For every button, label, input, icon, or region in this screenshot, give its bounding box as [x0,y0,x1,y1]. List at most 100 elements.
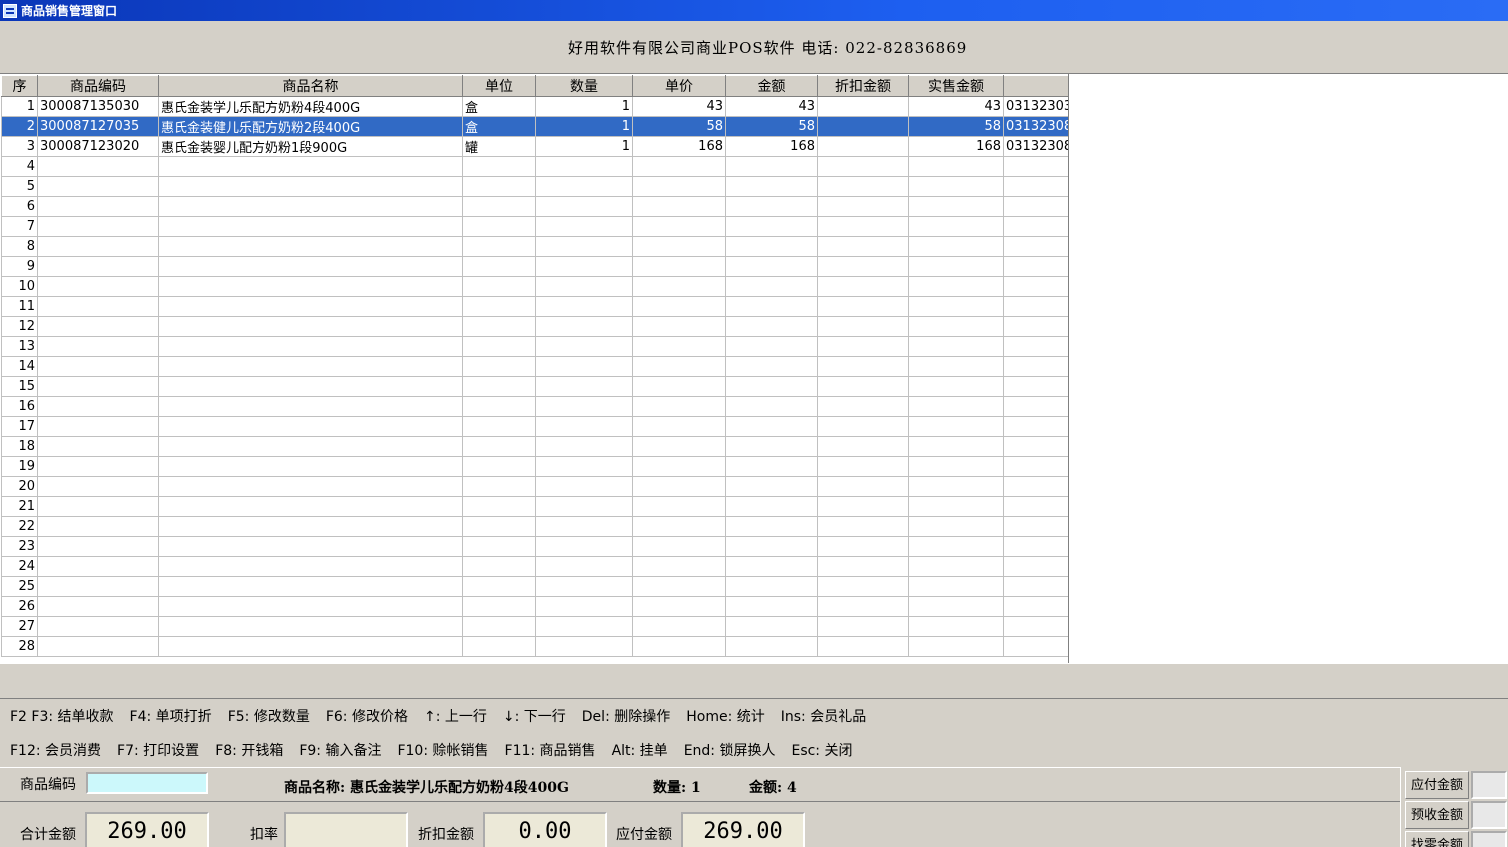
grid-cell[interactable] [1003,196,1069,217]
grid-cell[interactable] [462,636,536,657]
side-received-value[interactable] [1471,801,1507,829]
grid-cell[interactable] [1003,536,1069,557]
grid-cell[interactable] [632,396,726,417]
grid-cell[interactable] [817,316,909,337]
table-row[interactable]: 26 [1,596,1069,617]
grid-cell[interactable] [535,576,633,597]
row-seq[interactable]: 14 [1,356,38,377]
table-row[interactable]: 8 [1,236,1069,257]
grid-cell[interactable] [158,176,463,197]
grid-cell[interactable] [535,376,633,397]
product-code-input[interactable] [86,772,208,794]
table-row[interactable]: 17 [1,416,1069,437]
grid-cell[interactable] [817,156,909,177]
grid-cell[interactable] [632,236,726,257]
row-seq[interactable]: 2 [1,116,38,137]
grid-cell[interactable] [908,276,1004,297]
grid-cell[interactable] [725,636,818,657]
sales-table[interactable]: 序 商品编码 商品名称 单位 数量 单价 金额 折扣金额 实售金额 1 30008… [1,75,1069,657]
row-seq[interactable]: 3 [1,136,38,157]
table-row[interactable]: 11 [1,296,1069,317]
grid-cell[interactable] [158,236,463,257]
grid-cell[interactable] [632,376,726,397]
actual-amount[interactable]: 58 [908,116,1004,137]
row-seq[interactable]: 10 [1,276,38,297]
table-row[interactable]: 18 [1,436,1069,457]
grid-cell[interactable] [632,476,726,497]
grid-cell[interactable] [158,376,463,397]
grid-cell[interactable] [632,316,726,337]
actual-amount[interactable]: 43 [908,96,1004,117]
grid-cell[interactable] [462,276,536,297]
grid-cell[interactable] [462,176,536,197]
grid-cell[interactable] [158,356,463,377]
grid-cell[interactable] [1003,416,1069,437]
row-seq[interactable]: 12 [1,316,38,337]
grid-cell[interactable] [817,556,909,577]
grid-cell[interactable] [535,336,633,357]
grid-cell[interactable] [37,156,159,177]
grid-cell[interactable] [632,276,726,297]
table-row[interactable]: 7 [1,216,1069,237]
extra-code[interactable]: 03132308 [1003,116,1069,137]
grid-cell[interactable] [725,356,818,377]
grid-cell[interactable] [725,396,818,417]
grid-cell[interactable] [908,196,1004,217]
grid-cell[interactable] [1003,276,1069,297]
grid-cell[interactable] [158,396,463,417]
grid-cell[interactable] [37,616,159,637]
row-seq[interactable]: 21 [1,496,38,517]
grid-cell[interactable] [817,376,909,397]
grid-cell[interactable] [725,236,818,257]
grid-cell[interactable] [158,576,463,597]
grid-cell[interactable] [1003,376,1069,397]
grid-cell[interactable] [37,516,159,537]
grid-cell[interactable] [817,396,909,417]
col-header-name[interactable]: 商品名称 [158,75,463,97]
unit[interactable]: 盒 [462,96,536,117]
grid-cell[interactable] [535,616,633,637]
grid-cell[interactable] [817,176,909,197]
grid-cell[interactable] [462,156,536,177]
col-header-price[interactable]: 单价 [632,75,726,97]
grid-cell[interactable] [37,336,159,357]
grid-cell[interactable] [462,616,536,637]
grid-cell[interactable] [462,216,536,237]
grid-cell[interactable] [462,516,536,537]
grid-cell[interactable] [908,376,1004,397]
grid-cell[interactable] [817,636,909,657]
grid-cell[interactable] [37,196,159,217]
grid-cell[interactable] [1003,636,1069,657]
grid-cell[interactable] [158,196,463,217]
table-row[interactable]: 19 [1,456,1069,477]
grid-cell[interactable] [37,256,159,277]
grid-cell[interactable] [908,636,1004,657]
grid-cell[interactable] [908,476,1004,497]
grid-cell[interactable] [908,576,1004,597]
grid-cell[interactable] [908,556,1004,577]
table-row[interactable]: 13 [1,336,1069,357]
grid-cell[interactable] [632,436,726,457]
grid-cell[interactable] [632,416,726,437]
row-seq[interactable]: 16 [1,396,38,417]
col-header-qty[interactable]: 数量 [535,75,633,97]
table-row[interactable]: 3 300087123020 惠氏金装婴儿配方奶粉1段900G 罐 1 168 168 168… [1,136,1069,157]
grid-cell[interactable] [908,496,1004,517]
grid-cell[interactable] [1003,156,1069,177]
table-row[interactable]: 10 [1,276,1069,297]
row-seq[interactable]: 8 [1,236,38,257]
quantity[interactable]: 1 [535,116,633,137]
row-seq[interactable]: 22 [1,516,38,537]
grid-cell[interactable] [158,276,463,297]
grid-cell[interactable] [725,456,818,477]
grid-cell[interactable] [37,396,159,417]
grid-cell[interactable] [817,456,909,477]
amount[interactable]: 43 [725,96,818,117]
grid-cell[interactable] [37,456,159,477]
grid-cell[interactable] [817,336,909,357]
grid-cell[interactable] [535,536,633,557]
grid-cell[interactable] [462,416,536,437]
grid-cell[interactable] [908,296,1004,317]
row-seq[interactable]: 13 [1,336,38,357]
grid-cell[interactable] [817,516,909,537]
